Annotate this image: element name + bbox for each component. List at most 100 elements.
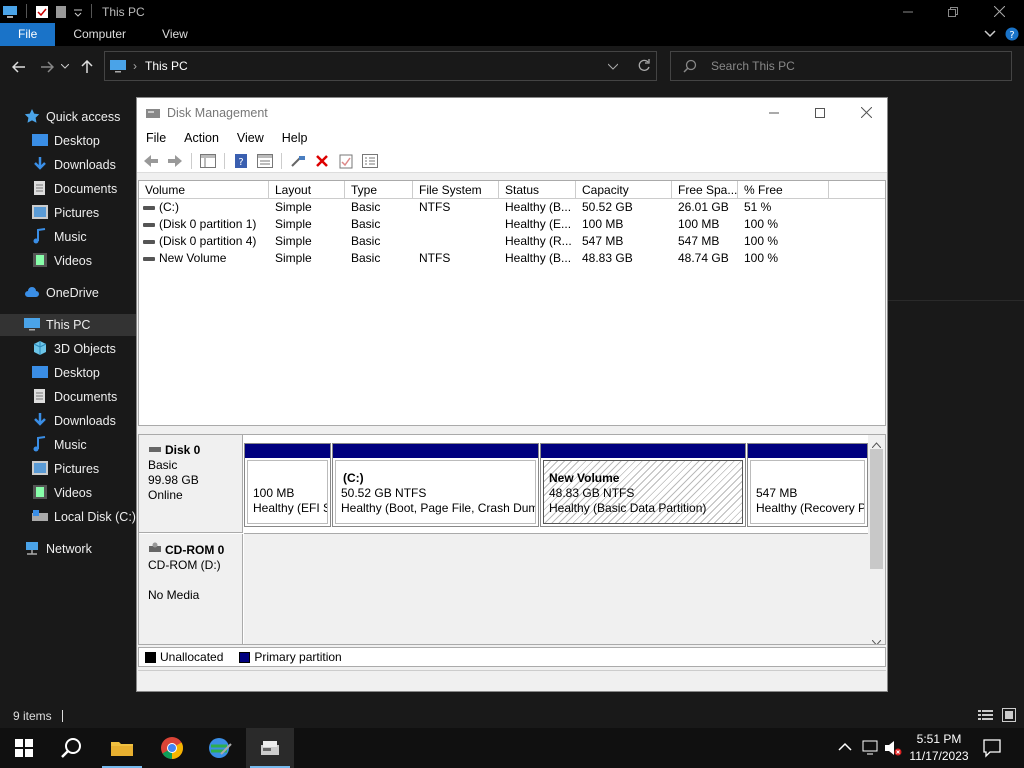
cloud-icon: [24, 286, 40, 301]
table-row[interactable]: New Volume Simple Basic NTFS Healthy (B... 48…: [139, 250, 885, 267]
nav-label: Documents: [54, 390, 118, 404]
legend: Unallocated Primary partition: [138, 647, 886, 667]
menu-view[interactable]: View: [228, 131, 273, 145]
help-book-icon[interactable]: ?: [231, 152, 251, 170]
nav-qa-documents[interactable]: Documents: [32, 178, 117, 200]
large-icons-view-icon[interactable]: [1002, 708, 1016, 725]
network-globe-icon[interactable]: [196, 728, 244, 768]
star-icon: [24, 108, 40, 127]
network-status-icon[interactable]: [862, 740, 880, 759]
col-type[interactable]: Type: [345, 181, 413, 198]
show-hidden-icons-chevron[interactable]: [838, 741, 852, 755]
nav-qa-music[interactable]: Music: [32, 226, 87, 248]
nav-desktop[interactable]: Desktop: [32, 362, 100, 384]
system-clock[interactable]: 5:51 PM 11/17/2023: [900, 731, 978, 765]
col-percent-free[interactable]: % Free: [738, 181, 829, 198]
menu-help[interactable]: Help: [273, 131, 317, 145]
back-icon[interactable]: [141, 152, 161, 170]
delete-icon[interactable]: [312, 152, 332, 170]
tab-file[interactable]: File: [0, 23, 56, 46]
desktop-icon: [32, 365, 48, 382]
search-box[interactable]: Search This PC: [670, 51, 1012, 81]
details-view-icon[interactable]: [978, 709, 994, 724]
scroll-thumb[interactable]: [870, 449, 883, 569]
nav-label: Network: [46, 542, 92, 556]
start-button[interactable]: [0, 728, 48, 768]
partition-new-volume[interactable]: New Volume 48.83 GB NTFS Healthy (Basic Da…: [540, 443, 746, 527]
col-status[interactable]: Status: [499, 181, 576, 198]
dm-close-button[interactable]: [843, 98, 889, 127]
col-capacity[interactable]: Capacity: [576, 181, 672, 198]
graph-scrollbar[interactable]: [868, 435, 885, 644]
nav-quick-access[interactable]: Quick access: [24, 106, 120, 128]
new-folder-icon[interactable]: [55, 4, 67, 19]
disk-management-taskbar-icon[interactable]: [246, 728, 294, 768]
console-view-icon[interactable]: [360, 152, 380, 170]
col-file-system[interactable]: File System: [413, 181, 499, 198]
refresh-icon[interactable]: [637, 58, 651, 75]
table-cell: Simple: [269, 216, 345, 233]
show-hide-console-tree-icon[interactable]: [198, 152, 218, 170]
address-dropdown-icon[interactable]: [607, 60, 619, 74]
legend-primary-partition: Primary partition: [254, 650, 342, 664]
nav-videos[interactable]: Videos: [32, 482, 92, 504]
forward-arrow-icon[interactable]: [36, 56, 58, 78]
forward-icon[interactable]: [165, 152, 185, 170]
nav-qa-downloads[interactable]: Downloads: [32, 154, 116, 176]
close-button[interactable]: [976, 0, 1022, 23]
recent-locations-icon[interactable]: [58, 56, 72, 78]
menu-action[interactable]: Action: [175, 131, 228, 145]
table-cell: NTFS: [413, 199, 499, 216]
expand-ribbon-icon[interactable]: [984, 27, 996, 42]
table-cell: Basic: [345, 250, 413, 267]
nav-qa-pictures[interactable]: Pictures: [32, 202, 99, 224]
table-row[interactable]: (Disk 0 partition 4) Simple Basic Healthy (…: [139, 233, 885, 250]
nav-qa-videos[interactable]: Videos: [32, 250, 92, 272]
nav-local-disk[interactable]: Local Disk (C:): [32, 506, 136, 528]
cdrom-0-label[interactable]: CD-ROM 0 CD-ROM (D:) No Media: [139, 534, 243, 644]
tab-computer[interactable]: Computer: [55, 23, 144, 46]
table-row[interactable]: (C:) Simple Basic NTFS Healthy (B... 50.52 GB…: [139, 199, 885, 216]
minimize-button[interactable]: [885, 0, 931, 23]
table-row[interactable]: (Disk 0 partition 1) Simple Basic Healthy (…: [139, 216, 885, 233]
window-title: This PC: [102, 4, 145, 19]
nav-downloads[interactable]: Downloads: [32, 410, 116, 432]
col-volume[interactable]: Volume: [139, 181, 269, 198]
notifications-icon[interactable]: [982, 738, 1002, 761]
table-cell: 547 MB: [672, 233, 738, 250]
nav-documents[interactable]: Documents: [32, 386, 117, 408]
partition-c[interactable]: (C:) 50.52 GB NTFS Healthy (Boot, Page Fil…: [332, 443, 539, 527]
search-taskbar-icon[interactable]: [48, 728, 96, 768]
menu-file[interactable]: File: [137, 131, 175, 145]
disk-0-label[interactable]: Disk 0 Basic 99.98 GB Online: [139, 435, 243, 533]
address-bar[interactable]: › This PC: [104, 51, 657, 81]
nav-music[interactable]: Music: [32, 434, 87, 456]
nav-qa-desktop[interactable]: Desktop: [32, 130, 100, 152]
properties-icon[interactable]: [35, 4, 49, 19]
properties-list-icon[interactable]: [255, 152, 275, 170]
up-arrow-icon[interactable]: [76, 56, 98, 78]
help-icon[interactable]: ?: [1005, 27, 1019, 44]
nav-network[interactable]: Network: [24, 538, 92, 560]
tab-view[interactable]: View: [144, 23, 206, 46]
nav-this-pc[interactable]: This PC: [0, 314, 136, 336]
dm-maximize-button[interactable]: [797, 98, 843, 127]
customize-qat-icon[interactable]: [73, 4, 83, 18]
scroll-down-icon[interactable]: [871, 635, 882, 644]
back-arrow-icon[interactable]: [8, 56, 30, 78]
nav-pictures[interactable]: Pictures: [32, 458, 99, 480]
col-layout[interactable]: Layout: [269, 181, 345, 198]
dm-minimize-button[interactable]: [751, 98, 797, 127]
chrome-icon[interactable]: [148, 728, 196, 768]
check-properties-icon[interactable]: [336, 152, 356, 170]
col-free-space[interactable]: Free Spa...: [672, 181, 738, 198]
partition-efi[interactable]: 100 MB Healthy (EFI S: [244, 443, 331, 527]
volume-icon: [143, 239, 155, 244]
cdrom-drive: CD-ROM (D:): [148, 558, 221, 572]
file-explorer-taskbar-icon[interactable]: [98, 728, 146, 768]
nav-3d-objects[interactable]: 3D Objects: [32, 338, 116, 360]
restore-button[interactable]: [930, 0, 976, 23]
connect-disk-icon[interactable]: [288, 152, 308, 170]
nav-onedrive[interactable]: OneDrive: [24, 282, 99, 304]
partition-recovery[interactable]: 547 MB Healthy (Recovery P: [747, 443, 868, 527]
